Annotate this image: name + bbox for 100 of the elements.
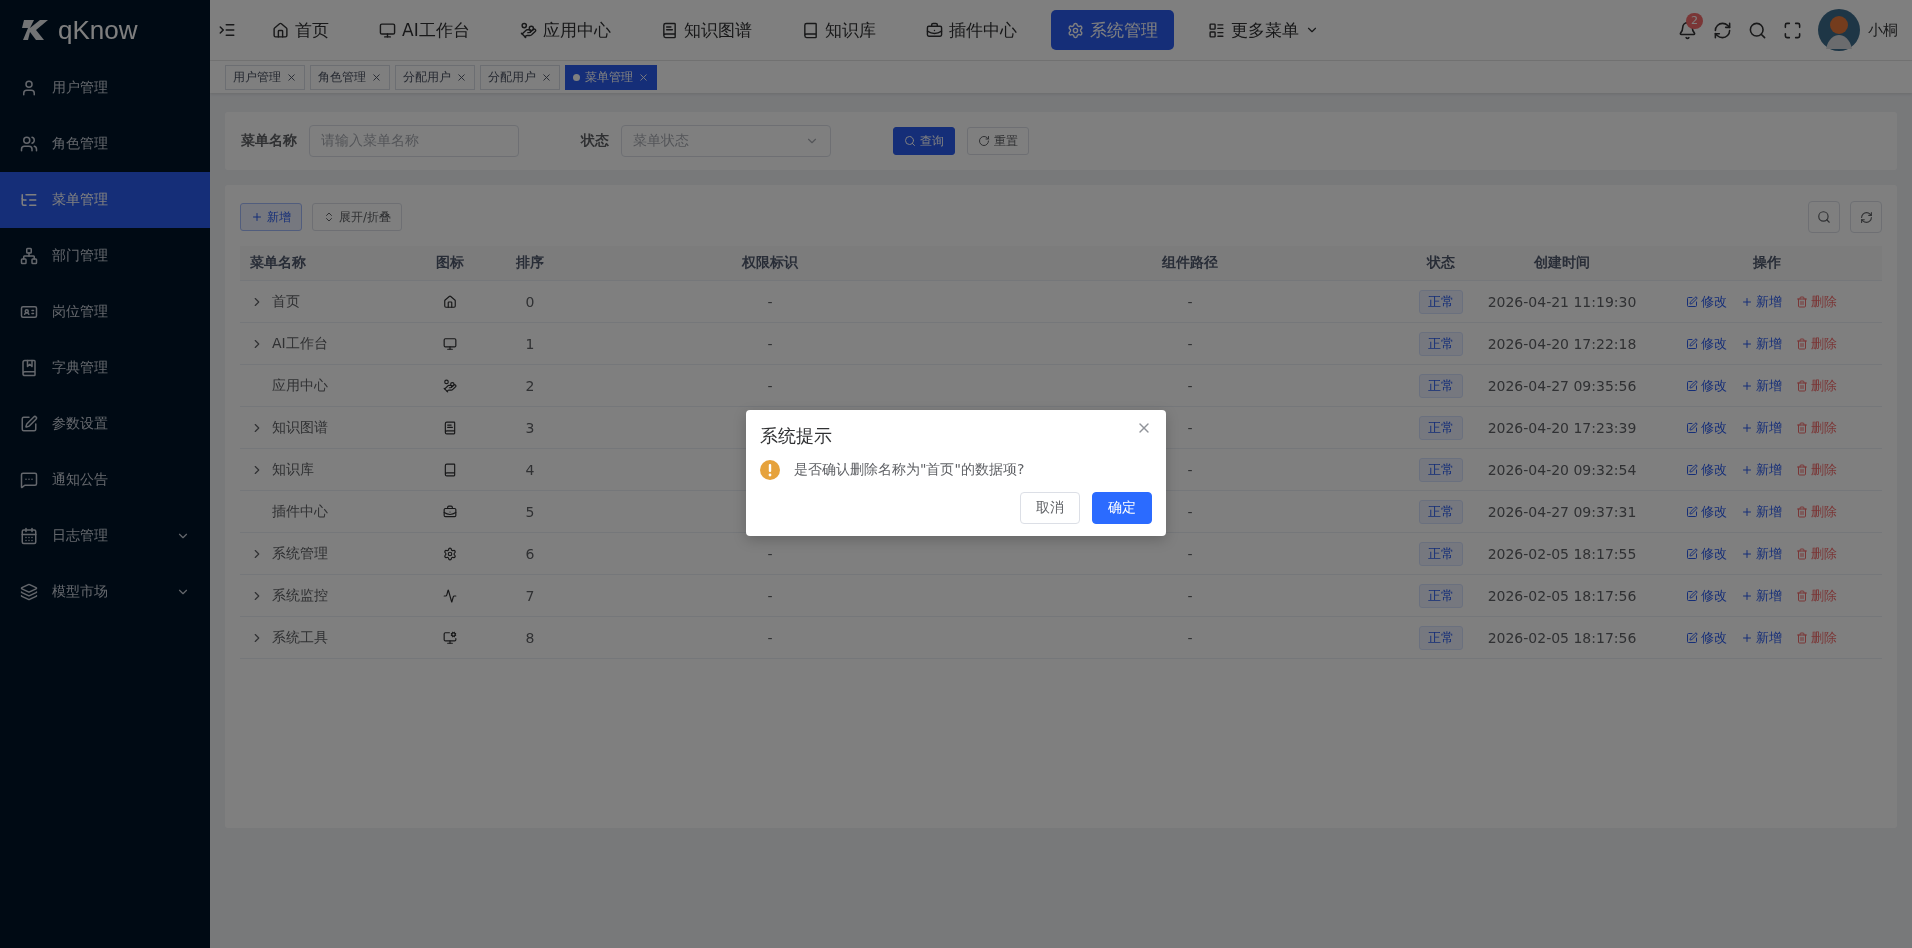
sidebar-item[interactable]: 菜单管理 <box>0 172 210 228</box>
sidebar-item[interactable]: 用户管理 <box>0 60 210 116</box>
table-cell: - <box>767 629 773 646</box>
add-link[interactable]: 新增 <box>1741 292 1782 311</box>
status-tag: 正常 <box>1419 499 1463 524</box>
calendar-icon <box>20 527 38 545</box>
table-cell: - <box>767 545 773 562</box>
nav-tab[interactable]: 首页 <box>256 10 345 50</box>
column-header: 图标 <box>436 254 464 272</box>
edit-link[interactable]: 修改 <box>1686 376 1727 395</box>
page-tag[interactable]: 角色管理 <box>310 64 390 90</box>
edit-link[interactable]: 修改 <box>1686 334 1727 353</box>
plus-icon <box>1741 379 1753 392</box>
add-link[interactable]: 新增 <box>1741 376 1782 395</box>
nav-tab[interactable]: 系统管理 <box>1050 10 1174 50</box>
table-cell: - <box>767 377 773 394</box>
search-toggle-button[interactable] <box>1808 201 1840 233</box>
edit-link[interactable]: 修改 <box>1686 586 1727 605</box>
sidebar-item[interactable]: 通知公告 <box>0 452 210 508</box>
cancel-button[interactable]: 取消 <box>1020 492 1080 524</box>
edit-link[interactable]: 修改 <box>1686 628 1727 647</box>
table-cell: 4 <box>525 461 535 478</box>
add-link[interactable]: 新增 <box>1741 628 1782 647</box>
trash-icon <box>1796 505 1808 518</box>
status-tag: 正常 <box>1419 373 1463 398</box>
sidebar-item[interactable]: 角色管理 <box>0 116 210 172</box>
table-cell: 系统监控 <box>272 586 328 605</box>
search-button[interactable]: 查询 <box>893 127 955 155</box>
trash-icon <box>1796 589 1808 602</box>
page-tag[interactable]: 分配用户 <box>480 64 560 90</box>
add-link[interactable]: 新增 <box>1741 418 1782 437</box>
edit-link[interactable]: 修改 <box>1686 418 1727 437</box>
sidebar-item[interactable]: 日志管理 <box>0 508 210 564</box>
table-cell: - <box>767 335 773 352</box>
menu-icon[interactable] <box>218 21 236 39</box>
nav-tab[interactable]: 知识库 <box>785 10 892 50</box>
up-down-icon <box>323 211 335 223</box>
refresh-icon <box>1859 210 1873 224</box>
confirm-button[interactable]: 确定 <box>1092 492 1152 524</box>
nav-tab[interactable]: 知识图谱 <box>644 10 768 50</box>
page-tag[interactable]: 分配用户 <box>395 64 475 90</box>
user-name: 小桐 <box>1868 20 1898 40</box>
sidebar-item[interactable]: 参数设置 <box>0 396 210 452</box>
expand-collapse-button[interactable]: 展开/折叠 <box>312 203 403 231</box>
table-cell: - <box>767 587 773 604</box>
edit-link[interactable]: 修改 <box>1686 460 1727 479</box>
page-tag[interactable]: 菜单管理 <box>565 64 657 90</box>
page-tag[interactable]: 用户管理 <box>225 64 305 90</box>
plus-icon <box>1741 463 1753 476</box>
briefcase-icon <box>925 21 943 39</box>
sidebar-item[interactable]: 字典管理 <box>0 340 210 396</box>
close-icon <box>371 71 382 83</box>
nav-tab[interactable]: 应用中心 <box>503 10 627 50</box>
table-cell: - <box>1187 629 1193 646</box>
table-cell: 系统工具 <box>272 628 328 647</box>
refresh-icon[interactable] <box>1713 20 1732 40</box>
house-icon <box>272 21 289 39</box>
add-link[interactable]: 新增 <box>1741 544 1782 563</box>
monitor-icon <box>443 336 457 351</box>
delete-link[interactable]: 删除 <box>1796 376 1837 395</box>
fullscreen-icon[interactable] <box>1783 20 1802 40</box>
add-button[interactable]: 新增 <box>240 203 302 231</box>
add-link[interactable]: 新增 <box>1741 586 1782 605</box>
book-icon <box>443 420 457 435</box>
delete-link[interactable]: 删除 <box>1796 544 1837 563</box>
add-link[interactable]: 新增 <box>1741 502 1782 521</box>
delete-link[interactable]: 删除 <box>1796 502 1837 521</box>
edit-link[interactable]: 修改 <box>1686 544 1727 563</box>
sidebar-item[interactable]: 部门管理 <box>0 228 210 284</box>
search-icon <box>1817 210 1831 224</box>
refresh-button[interactable] <box>1850 201 1882 233</box>
delete-link[interactable]: 删除 <box>1796 418 1837 437</box>
house-icon <box>443 294 457 309</box>
list-tree-icon <box>20 191 38 209</box>
trash-icon <box>1796 463 1808 476</box>
add-link[interactable]: 新增 <box>1741 460 1782 479</box>
field-label: 状态 <box>581 132 609 150</box>
column-header: 菜单名称 <box>250 254 306 272</box>
delete-link[interactable]: 删除 <box>1796 334 1837 353</box>
logo-text: qKnow <box>58 14 138 46</box>
reset-button[interactable]: 重置 <box>967 127 1029 155</box>
plus-icon <box>1741 421 1753 434</box>
trash-icon <box>1796 295 1808 308</box>
nav-tab[interactable]: 插件中心 <box>909 10 1033 50</box>
delete-link[interactable]: 删除 <box>1796 586 1837 605</box>
sidebar-item[interactable]: 模型市场 <box>0 564 210 620</box>
nav-tab[interactable]: AI工作台 <box>363 10 486 50</box>
avatar[interactable] <box>1818 9 1860 51</box>
sidebar-item[interactable]: 岗位管理 <box>0 284 210 340</box>
delete-link[interactable]: 删除 <box>1796 460 1837 479</box>
add-link[interactable]: 新增 <box>1741 334 1782 353</box>
edit-icon <box>1686 631 1698 644</box>
search-icon[interactable] <box>1748 20 1767 40</box>
edit-link[interactable]: 修改 <box>1686 292 1727 311</box>
edit-icon <box>1686 463 1698 476</box>
nav-tab[interactable]: 更多菜单 <box>1191 10 1335 50</box>
table-cell: 3 <box>525 419 535 436</box>
edit-link[interactable]: 修改 <box>1686 502 1727 521</box>
delete-link[interactable]: 删除 <box>1796 292 1837 311</box>
delete-link[interactable]: 删除 <box>1796 628 1837 647</box>
